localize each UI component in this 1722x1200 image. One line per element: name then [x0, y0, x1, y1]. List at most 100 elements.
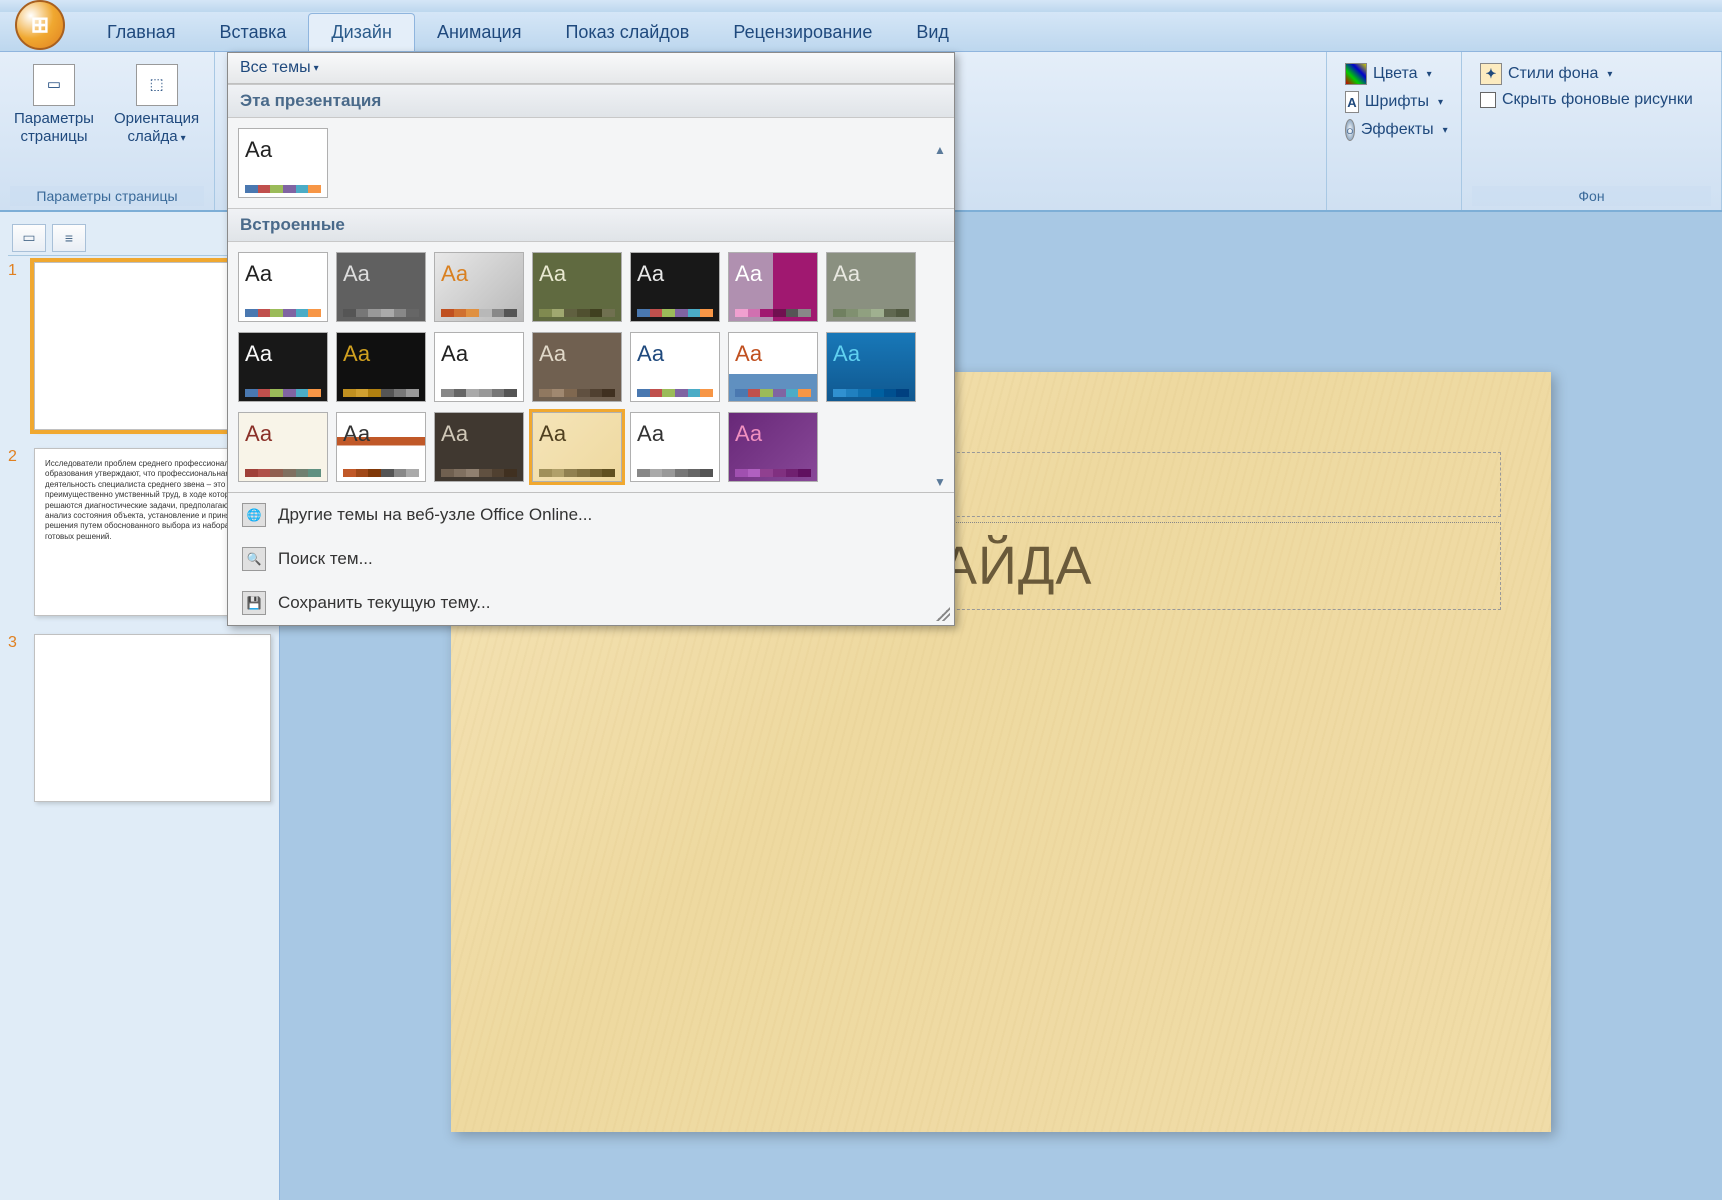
- tab-animation[interactable]: Анимация: [415, 14, 544, 51]
- theme-thumbnail[interactable]: Аа: [728, 252, 818, 322]
- scroll-up-icon[interactable]: ▲: [934, 143, 948, 157]
- fonts-icon: A: [1345, 91, 1359, 113]
- theme-thumbnail[interactable]: Аа: [826, 252, 916, 322]
- tab-insert[interactable]: Вставка: [198, 14, 309, 51]
- theme-thumbnail[interactable]: Аа: [630, 252, 720, 322]
- bg-group-label: Фон: [1472, 186, 1711, 206]
- page-setup-icon: ▭: [33, 64, 75, 106]
- theme-sample-text: Аа: [735, 261, 811, 287]
- theme-thumbnail[interactable]: Аа: [238, 252, 328, 322]
- hide-bg-graphics-checkbox[interactable]: Скрыть фоновые рисунки: [1472, 88, 1711, 112]
- save-theme-label: Сохранить текущую тему...: [278, 593, 490, 613]
- more-online-label: Другие темы на веб-узле Office Online...: [278, 505, 592, 525]
- theme-sample-text: Аа: [735, 421, 811, 447]
- theme-thumbnail[interactable]: Аа: [532, 252, 622, 322]
- effects-label: Эффекты: [1361, 121, 1434, 139]
- search-themes-icon: 🔍: [242, 547, 266, 571]
- bg-styles-button[interactable]: ✦ Стили фона▾: [1472, 60, 1711, 88]
- theme-palette: [539, 309, 615, 317]
- theme-thumbnail[interactable]: Аа: [630, 412, 720, 482]
- slides-tab-thumbnails[interactable]: ▭: [12, 224, 46, 252]
- theme-thumbnail[interactable]: Аа: [238, 412, 328, 482]
- more-themes-online[interactable]: 🌐 Другие темы на веб-узле Office Online.…: [228, 493, 954, 537]
- theme-sample-text: Аа: [539, 421, 615, 447]
- theme-palette: [441, 469, 517, 477]
- builtin-section: Встроенные: [228, 208, 954, 242]
- theme-palette: [245, 469, 321, 477]
- theme-sample-text: Аа: [245, 341, 321, 367]
- resize-handle-icon[interactable]: [936, 607, 950, 621]
- theme-thumbnail[interactable]: Аа: [434, 332, 524, 402]
- theme-palette: [441, 309, 517, 317]
- scroll-down-icon[interactable]: ▼: [934, 475, 948, 489]
- orientation-label: Ориентация слайда▾: [114, 110, 199, 146]
- page-setup-button[interactable]: ▭ Параметры страницы: [10, 60, 98, 150]
- slides-tab-outline[interactable]: ≡: [52, 224, 86, 252]
- bg-styles-icon: ✦: [1480, 63, 1502, 85]
- all-themes-header[interactable]: Все темы▾: [228, 53, 954, 84]
- theme-sample-text: Аа: [833, 341, 909, 367]
- theme-sample-text: Аа: [441, 261, 517, 287]
- colors-icon: [1345, 63, 1367, 85]
- theme-sample-text: Аа: [833, 261, 909, 287]
- theme-sample-text: Аа: [245, 137, 321, 163]
- all-themes-label: Все темы: [240, 59, 311, 77]
- office-button[interactable]: ⊞: [15, 0, 65, 50]
- theme-thumbnail[interactable]: Аа: [826, 332, 916, 402]
- theme-thumbnail[interactable]: Аа: [532, 332, 622, 402]
- tab-home[interactable]: Главная: [85, 14, 198, 51]
- chevron-down-icon: ▾: [314, 63, 319, 74]
- theme-sample-text: Аа: [735, 341, 811, 367]
- tab-design[interactable]: Дизайн: [308, 13, 415, 51]
- theme-thumbnail[interactable]: Аа: [434, 412, 524, 482]
- slide-orientation-button[interactable]: ⬚ Ориентация слайда▾: [110, 60, 203, 150]
- theme-thumbnail[interactable]: Аа: [336, 332, 426, 402]
- theme-sample-text: Аа: [343, 341, 419, 367]
- theme-palette: [245, 389, 321, 397]
- theme-thumbnail[interactable]: Аа: [336, 412, 426, 482]
- theme-thumbnail[interactable]: Аа: [434, 252, 524, 322]
- theme-palette: [245, 309, 321, 317]
- theme-palette: [735, 389, 811, 397]
- theme-palette: [735, 309, 811, 317]
- tab-slideshow[interactable]: Показ слайдов: [543, 14, 711, 51]
- theme-thumbnail[interactable]: Аа: [238, 332, 328, 402]
- theme-palette: [539, 389, 615, 397]
- orientation-icon: ⬚: [136, 64, 178, 106]
- theme-palette: [637, 389, 713, 397]
- fonts-button[interactable]: A Шрифты▾: [1337, 88, 1451, 116]
- slide-preview: [34, 634, 271, 802]
- save-theme-icon: 💾: [242, 591, 266, 615]
- search-themes-label: Поиск тем...: [278, 549, 373, 569]
- theme-thumbnail[interactable]: Аа: [532, 412, 622, 482]
- effects-icon: ○: [1345, 119, 1355, 141]
- this-presentation-section: Эта презентация: [228, 84, 954, 118]
- page-setup-group-label: Параметры страницы: [10, 186, 204, 206]
- theme-palette: [343, 469, 419, 477]
- theme-thumbnail[interactable]: Аа: [630, 332, 720, 402]
- theme-thumbnail[interactable]: Аа: [728, 412, 818, 482]
- colors-button[interactable]: Цвета▾: [1337, 60, 1451, 88]
- theme-thumbnail[interactable]: Аа: [728, 332, 818, 402]
- theme-sample-text: Аа: [637, 421, 713, 447]
- effects-button[interactable]: ○ Эффекты▾: [1337, 116, 1451, 144]
- colors-label: Цвета: [1373, 65, 1418, 83]
- theme-palette: [735, 469, 811, 477]
- save-current-theme[interactable]: 💾 Сохранить текущую тему...: [228, 581, 954, 625]
- theme-palette: [637, 309, 713, 317]
- tab-view[interactable]: Вид: [894, 14, 971, 51]
- slide-number: 2: [8, 448, 26, 616]
- theme-palette: [539, 469, 615, 477]
- theme-thumbnail[interactable]: Aa: [336, 252, 426, 322]
- search-themes[interactable]: 🔍 Поиск тем...: [228, 537, 954, 581]
- slide-number: 3: [8, 634, 26, 802]
- tab-review[interactable]: Рецензирование: [711, 14, 894, 51]
- ribbon-tabs: Главная Вставка Дизайн Анимация Показ сл…: [0, 12, 1722, 52]
- theme-palette: [637, 469, 713, 477]
- slide-number: 1: [8, 262, 26, 430]
- slide-thumbnail-3[interactable]: 3: [8, 634, 271, 802]
- theme-palette: [245, 185, 321, 193]
- theme-thumbnail[interactable]: Аа: [238, 128, 328, 198]
- fonts-label: Шрифты: [1365, 93, 1429, 111]
- theme-palette: [833, 309, 909, 317]
